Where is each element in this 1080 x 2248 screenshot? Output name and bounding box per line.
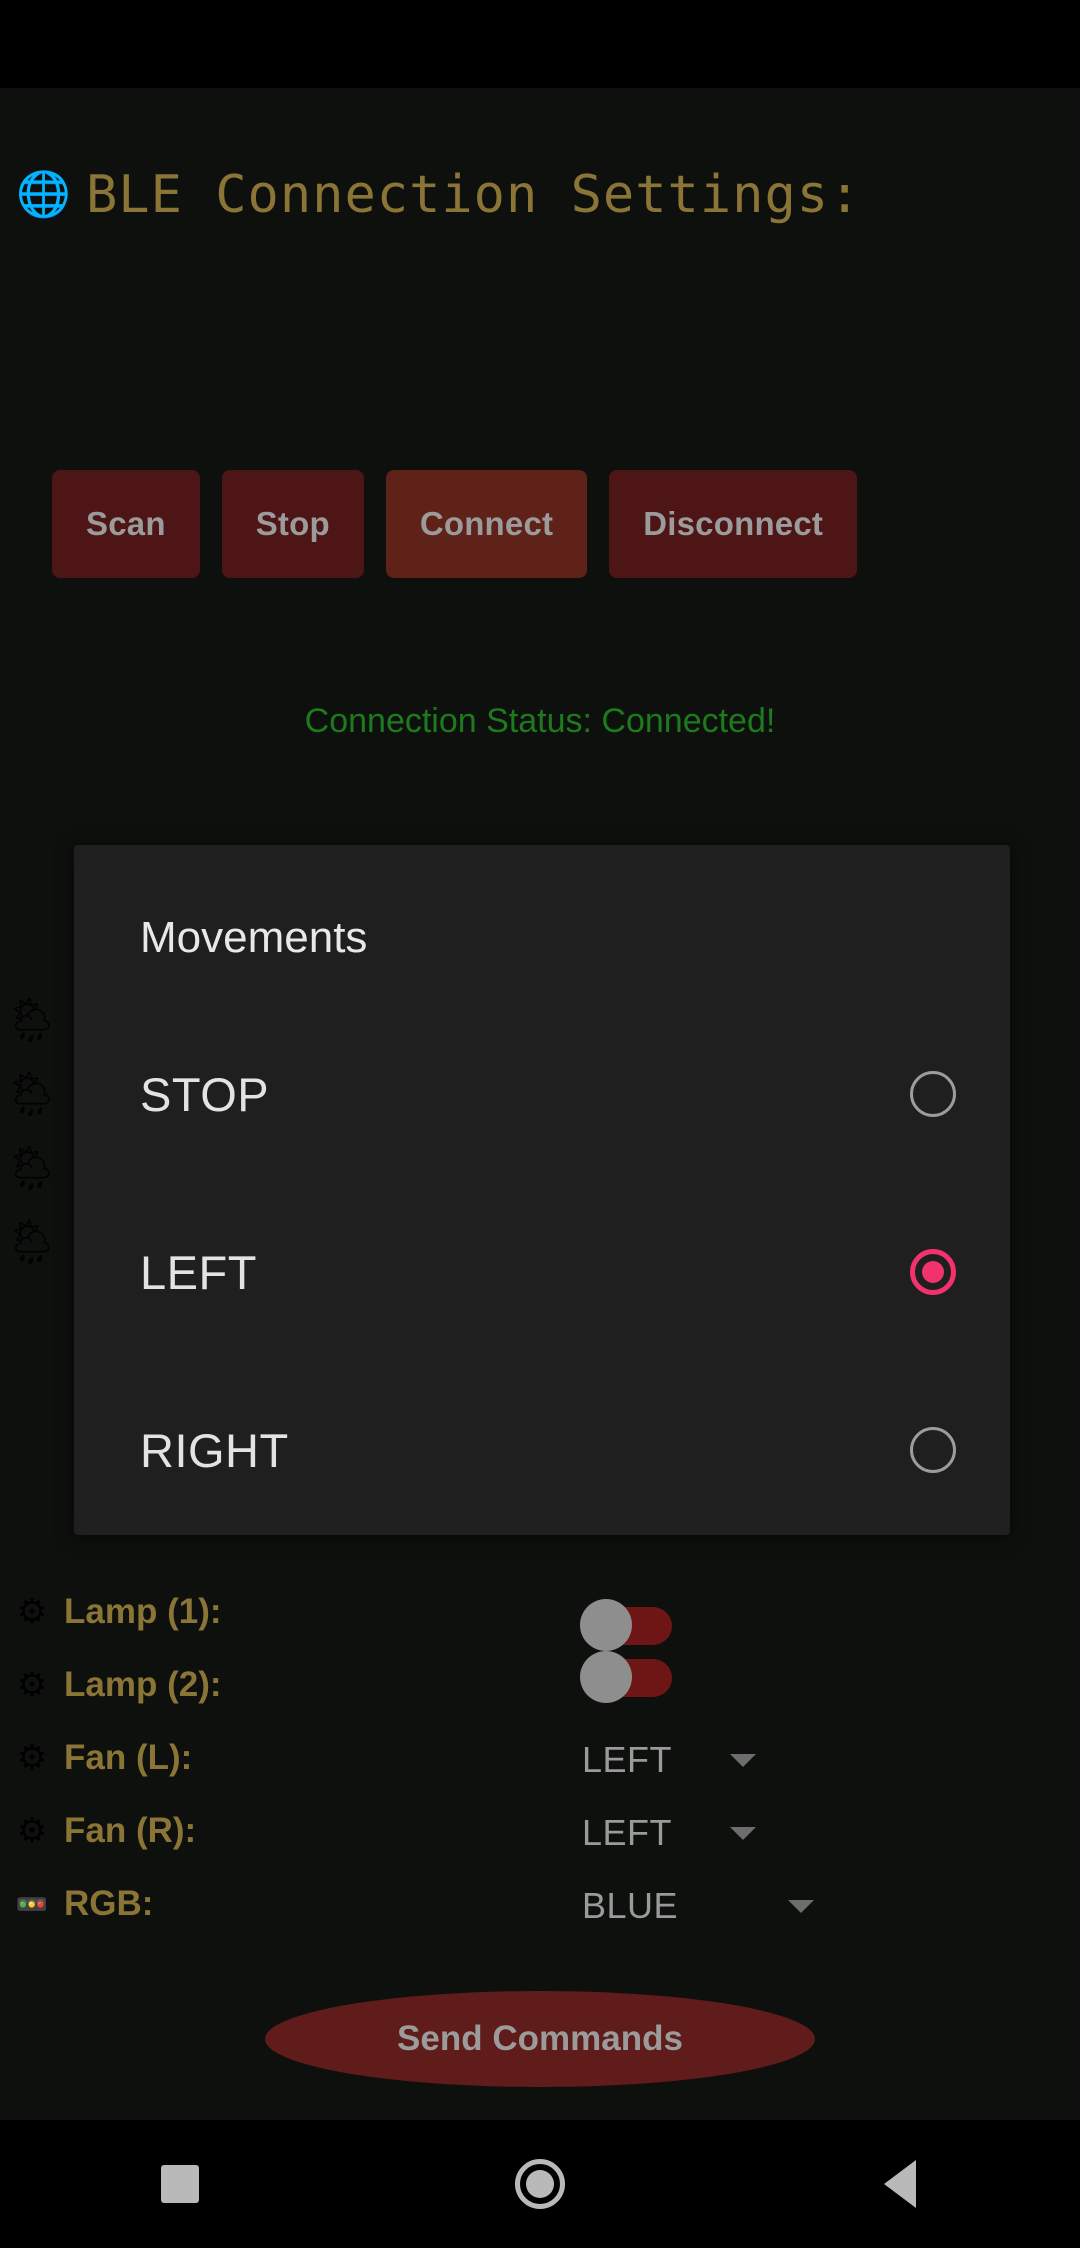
android-nav-bar	[0, 2120, 1080, 2248]
rgb-value: BLUE	[582, 1885, 679, 1926]
movement-option-label: STOP	[140, 1067, 270, 1121]
app-content: 🌐 BLE Connection Settings: Scan Stop Con…	[0, 88, 1080, 2120]
chevron-down-icon	[730, 1753, 757, 1767]
fan-l-value: LEFT	[582, 1739, 673, 1780]
control-row-fan-r: ⚙ Fan (R):	[0, 1794, 1080, 1867]
dialog-title: Movements	[140, 913, 368, 962]
control-row-lamp1: ⚙ Lamp (1):	[0, 1575, 1080, 1648]
rgb-dropdown[interactable]: BLUE	[582, 1885, 815, 1927]
back-triangle-icon	[884, 2160, 916, 2208]
traffic-light-icon: 🚥	[15, 1888, 49, 1919]
gear-icon: ⚙	[16, 1592, 48, 1631]
movement-option-list: STOP LEFT RIGHT	[74, 1005, 1010, 1539]
rain-cloud-sun-icon: 🌦	[4, 1218, 60, 1267]
toggle-thumb	[580, 1651, 632, 1703]
lamp2-label: Lamp (2):	[64, 1664, 222, 1704]
connection-status-text: Connection Status: Connected!	[304, 702, 776, 740]
nav-back-button[interactable]	[840, 2120, 960, 2248]
rain-cloud-sun-icon: 🌦	[4, 1070, 60, 1119]
page-title: BLE Connection Settings:	[86, 165, 862, 225]
nav-home-button[interactable]	[480, 2120, 600, 2248]
gear-icon: ⚙	[16, 1811, 48, 1850]
radio-left[interactable]	[910, 1249, 956, 1295]
radio-stop[interactable]	[910, 1071, 956, 1117]
app-screen: 🌐 BLE Connection Settings: Scan Stop Con…	[0, 0, 1080, 2248]
globe-icon: 🌐	[16, 170, 71, 219]
rain-cloud-sun-icon: 🌦	[4, 996, 60, 1045]
lamp1-toggle[interactable]	[580, 1599, 672, 1651]
gear-icon: ⚙	[16, 1665, 48, 1704]
fan-r-label: Fan (R):	[64, 1810, 197, 1850]
movements-dialog: Movements STOP LEFT RIGHT	[74, 845, 1010, 1535]
chevron-down-icon	[788, 1899, 815, 1913]
movement-option-left[interactable]: LEFT	[74, 1183, 1010, 1361]
rain-cloud-sun-icon: 🌦	[4, 1144, 60, 1193]
fan-r-dropdown[interactable]: LEFT	[582, 1812, 757, 1854]
lamp1-label: Lamp (1):	[64, 1591, 222, 1631]
page-header: 🌐 BLE Connection Settings:	[0, 140, 1080, 250]
fan-l-dropdown[interactable]: LEFT	[582, 1739, 757, 1781]
chevron-down-icon	[730, 1826, 757, 1840]
movement-option-stop[interactable]: STOP	[74, 1005, 1010, 1183]
send-commands-button[interactable]: Send Commands	[265, 1991, 815, 2087]
radio-right[interactable]	[910, 1427, 956, 1473]
scan-button[interactable]: Scan	[52, 470, 200, 578]
rgb-label: RGB:	[64, 1883, 154, 1923]
control-row-fan-l: ⚙ Fan (L):	[0, 1721, 1080, 1794]
connection-button-row: Scan Stop Connect Disconnect	[0, 466, 1080, 582]
gear-icon: ⚙	[16, 1738, 48, 1777]
background-weather-icon-list: 🌦 🌦 🌦 🌦	[4, 996, 76, 1268]
status-bar	[0, 0, 1080, 88]
movement-option-right[interactable]: RIGHT	[74, 1361, 1010, 1539]
recents-square-icon	[161, 2165, 199, 2203]
home-circle-icon	[515, 2159, 565, 2209]
nav-recents-button[interactable]	[120, 2120, 240, 2248]
device-controls: ⚙ Lamp (1): ⚙ Lamp (2): ⚙ Fan (L): ⚙ Fan…	[0, 1575, 1080, 1940]
connect-button[interactable]: Connect	[385, 470, 588, 578]
toggle-thumb	[580, 1599, 632, 1651]
stop-button[interactable]: Stop	[221, 470, 364, 578]
movement-option-label: RIGHT	[140, 1423, 289, 1477]
control-row-lamp2: ⚙ Lamp (2):	[0, 1648, 1080, 1721]
control-row-rgb: 🚥 RGB:	[0, 1867, 1080, 1940]
fan-l-label: Fan (L):	[64, 1737, 193, 1777]
disconnect-button[interactable]: Disconnect	[609, 470, 858, 578]
movement-option-label: LEFT	[140, 1245, 257, 1299]
lamp2-toggle[interactable]	[580, 1651, 672, 1703]
fan-r-value: LEFT	[582, 1812, 673, 1853]
